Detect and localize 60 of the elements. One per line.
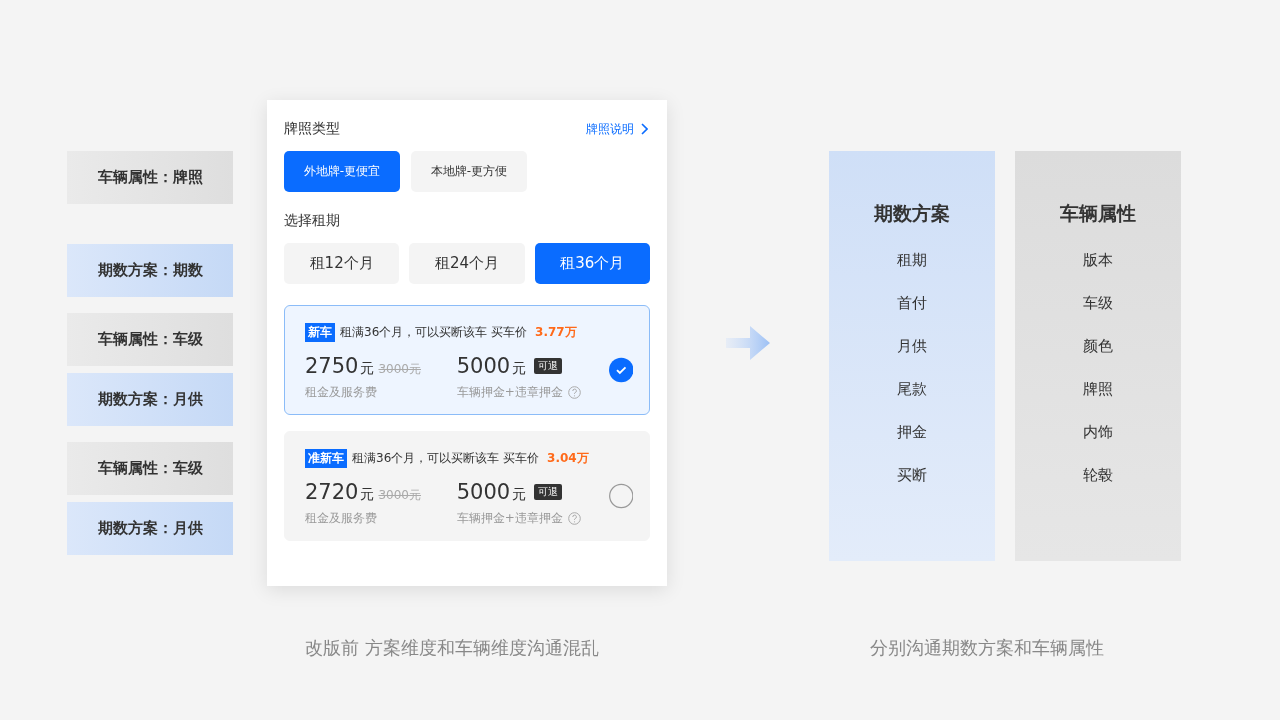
section-title: 牌照类型 (284, 120, 340, 138)
attribute-tag: 车辆属性：车级 (67, 313, 233, 366)
car-type-badge: 准新车 (305, 449, 347, 468)
attribute-tag: 期数方案：月供 (67, 373, 233, 426)
panel-item: 版本 (1083, 250, 1113, 271)
attribute-tag: 车辆属性：车级 (67, 442, 233, 495)
panel-item: 买断 (897, 465, 927, 486)
caption: 改版前 方案维度和车辆维度沟通混乱 (305, 636, 599, 660)
deposit-label: 车辆押金+违章押金 (456, 384, 563, 401)
plate-option[interactable]: 外地牌-更便宜 (284, 151, 400, 192)
rent-label: 租金及服务费 (305, 510, 378, 527)
attribute-tag: 期数方案：期数 (67, 244, 233, 297)
panel-item: 颜色 (1083, 336, 1113, 357)
buyout-text: 租满36个月，可以买断该车 买车价 (352, 450, 540, 467)
term-option[interactable]: 租12个月 (284, 243, 400, 284)
radio-icon[interactable] (608, 482, 633, 509)
plate-info-link[interactable]: 牌照说明 (586, 120, 648, 138)
currency-unit: 元 (360, 360, 375, 378)
currency-unit: 元 (512, 486, 527, 504)
panel-item: 牌照 (1083, 379, 1113, 400)
checked-radio-icon[interactable] (608, 356, 633, 383)
attribute-tag: 期数方案：月供 (67, 502, 233, 555)
help-icon[interactable] (567, 512, 581, 525)
panel-item: 押金 (897, 422, 927, 443)
term-option[interactable]: 租36个月 (534, 243, 650, 284)
original-price: 3000元 (378, 487, 421, 504)
rent-amount: 2750 (305, 354, 359, 378)
plan-option-card[interactable]: 准新车 租满36个月，可以买断该车 买车价 3.04万 2720 元 3000元 租金及服务费 5000 元 可退 车辆押金+违章押金 (284, 431, 650, 541)
buyout-text: 租满36个月，可以买断该车 买车价 (340, 324, 528, 341)
caption: 分别沟通期数方案和车辆属性 (870, 636, 1104, 660)
refundable-badge: 可退 (534, 484, 563, 500)
panel-item: 轮毂 (1083, 465, 1113, 486)
car-type-badge: 新车 (305, 323, 335, 342)
arrow-right-icon (726, 326, 770, 360)
panel-title: 车辆属性 (1060, 201, 1136, 226)
panel-title: 期数方案 (874, 201, 950, 226)
panel-item: 租期 (897, 250, 927, 271)
panel-item: 内饰 (1083, 422, 1113, 443)
panel-item: 月供 (897, 336, 927, 357)
term-option[interactable]: 租24个月 (409, 243, 525, 284)
panel-item: 尾款 (897, 379, 927, 400)
deposit-amount: 5000 (456, 480, 511, 504)
buyout-price: 3.04万 (547, 450, 589, 467)
panel-item: 首付 (897, 293, 927, 314)
original-price: 3000元 (378, 361, 421, 378)
help-icon[interactable] (567, 386, 581, 399)
currency-unit: 元 (512, 360, 527, 378)
deposit-amount: 5000 (456, 354, 511, 378)
rent-label: 租金及服务费 (305, 384, 378, 401)
plate-option[interactable]: 本地牌-更方便 (411, 151, 527, 192)
attribute-tag: 车辆属性：牌照 (67, 151, 233, 204)
deposit-label: 车辆押金+违章押金 (456, 510, 563, 527)
refundable-badge: 可退 (534, 358, 563, 374)
buyout-price: 3.77万 (535, 324, 577, 341)
rent-amount: 2720 (305, 480, 359, 504)
plan-option-card[interactable]: 新车 租满36个月，可以买断该车 买车价 3.77万 2750 元 3000元 租金及服务费 5000 元 可退 车辆押金+违章押金 (284, 305, 650, 415)
section-title: 选择租期 (284, 212, 341, 230)
chevron-right-icon (640, 123, 648, 135)
currency-unit: 元 (360, 486, 375, 504)
panel-item: 车级 (1083, 293, 1113, 314)
